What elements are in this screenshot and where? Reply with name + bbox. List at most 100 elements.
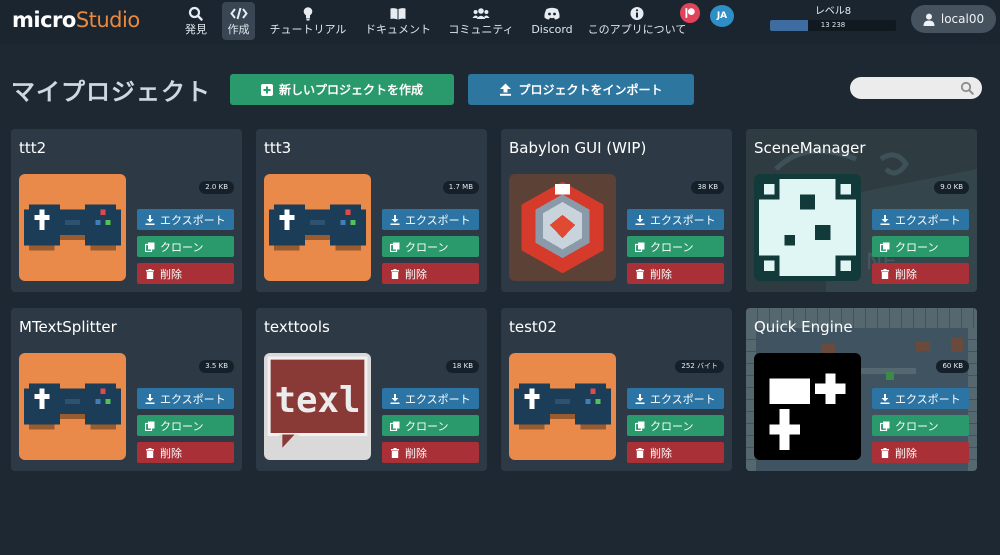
project-card[interactable]: texttools texl 18 KB エクスポート クローン 削除 — [256, 308, 487, 471]
delete-button[interactable]: 削除 — [872, 442, 969, 463]
project-title[interactable]: ttt3 — [264, 139, 291, 157]
patreon-button[interactable] — [680, 3, 700, 23]
copy-icon — [880, 421, 890, 431]
delete-label: 削除 — [160, 267, 182, 281]
export-button[interactable]: エクスポート — [137, 388, 234, 409]
project-thumbnail[interactable] — [509, 353, 616, 460]
export-button[interactable]: エクスポート — [137, 209, 234, 230]
clone-label: クローン — [650, 240, 694, 254]
project-title[interactable]: SceneManager — [754, 139, 865, 157]
project-title[interactable]: ttt2 — [19, 139, 46, 157]
export-button[interactable]: エクスポート — [872, 209, 969, 230]
export-button[interactable]: エクスポート — [872, 388, 969, 409]
download-icon — [145, 214, 155, 225]
lightbulb-icon — [303, 7, 313, 21]
book-icon — [390, 8, 406, 20]
nav-explore[interactable]: 発見 — [181, 2, 211, 40]
delete-button[interactable]: 削除 — [137, 263, 234, 284]
project-thumbnail[interactable] — [754, 174, 861, 281]
project-size-badge: 1.7 MB — [442, 181, 479, 194]
project-title[interactable]: Quick Engine — [754, 318, 853, 336]
nav-discord[interactable]: Discord — [531, 2, 573, 40]
level-progress-bar: 13 238 — [770, 20, 896, 31]
clone-label: クローン — [160, 240, 204, 254]
project-thumbnail[interactable] — [19, 174, 126, 281]
project-title[interactable]: Babylon GUI (WIP) — [509, 139, 646, 157]
project-thumbnail[interactable] — [509, 174, 616, 281]
search-icon[interactable] — [960, 81, 974, 95]
clone-button[interactable]: クローン — [137, 236, 234, 257]
clone-button[interactable]: クローン — [872, 236, 969, 257]
nav-create[interactable]: 作成 — [222, 2, 255, 40]
project-size-badge: 2.0 KB — [199, 181, 234, 194]
project-card[interactable]: test02 252 バイト エクスポート クローン 削除 — [501, 308, 732, 471]
clone-button[interactable]: クローン — [382, 236, 479, 257]
project-size-badge: 38 KB — [691, 181, 724, 194]
project-card[interactable]: ttt3 1.7 MB エクスポート クローン 削除 — [256, 129, 487, 292]
create-project-button[interactable]: 新しいプロジェクトを作成 — [230, 74, 454, 105]
project-thumbnail[interactable] — [264, 174, 371, 281]
trash-icon — [881, 268, 889, 279]
delete-button[interactable]: 削除 — [137, 442, 234, 463]
nav-tutorials[interactable]: チュートリアル — [268, 2, 348, 40]
import-project-button[interactable]: プロジェクトをインポート — [468, 74, 694, 105]
export-button[interactable]: エクスポート — [627, 388, 724, 409]
project-title[interactable]: test02 — [509, 318, 557, 336]
delete-label: 削除 — [650, 446, 672, 460]
delete-button[interactable]: 削除 — [382, 442, 479, 463]
project-card[interactable]: Quick Engine 60 KB エクスポート クローン 削除 — [746, 308, 977, 471]
clone-button[interactable]: クローン — [872, 415, 969, 436]
delete-button[interactable]: 削除 — [627, 263, 724, 284]
page-title: マイプロジェクト — [11, 78, 211, 106]
nav-docs-label: ドキュメント — [365, 23, 431, 36]
project-title[interactable]: texttools — [264, 318, 330, 336]
clone-button[interactable]: クローン — [627, 415, 724, 436]
clone-label: クローン — [650, 419, 694, 433]
nav-explore-label: 発見 — [185, 23, 207, 36]
gamepad-icon — [509, 353, 616, 460]
project-thumbnail[interactable] — [19, 353, 126, 460]
level-indicator: レベル8 13 238 — [770, 6, 896, 31]
clone-label: クローン — [405, 419, 449, 433]
project-card[interactable]: NE SceneManager 9.0 KB エクスポート クローン 削除 — [746, 129, 977, 292]
trash-icon — [391, 447, 399, 458]
project-thumbnail[interactable] — [754, 353, 861, 460]
copy-icon — [390, 242, 400, 252]
export-button[interactable]: エクスポート — [627, 209, 724, 230]
project-title[interactable]: MTextSplitter — [19, 318, 117, 336]
app-logo[interactable]: microStudio — [12, 7, 140, 33]
trash-icon — [881, 447, 889, 458]
language-button[interactable]: JA — [710, 5, 734, 27]
project-thumbnail[interactable]: texl — [264, 353, 371, 460]
project-size-badge: 9.0 KB — [934, 181, 969, 194]
delete-button[interactable]: 削除 — [872, 263, 969, 284]
nav-docs[interactable]: ドキュメント — [364, 2, 432, 40]
export-button[interactable]: エクスポート — [382, 209, 479, 230]
clone-button[interactable]: クローン — [137, 415, 234, 436]
logo-light-text: Studio — [75, 8, 140, 32]
copy-icon — [145, 421, 155, 431]
download-icon — [880, 214, 890, 225]
project-card[interactable]: ttt2 2.0 KB エクスポート クローン 削除 — [11, 129, 242, 292]
create-project-label: 新しいプロジェクトを作成 — [278, 83, 423, 97]
user-menu-button[interactable]: local00 — [911, 5, 996, 33]
clone-label: クローン — [895, 240, 939, 254]
search-icon — [188, 6, 203, 21]
nav-community-label: コミュニティ — [448, 23, 514, 36]
delete-button[interactable]: 削除 — [627, 442, 724, 463]
top-bar: microStudio 発見 作成 チュートリアル ドキュメント コミュニティ … — [0, 0, 1000, 44]
download-icon — [635, 214, 645, 225]
clone-button[interactable]: クローン — [627, 236, 724, 257]
babylon-logo-icon — [509, 174, 616, 281]
users-icon — [472, 8, 490, 19]
clone-label: クローン — [405, 240, 449, 254]
delete-button[interactable]: 削除 — [382, 263, 479, 284]
project-card[interactable]: Babylon GUI (WIP) 38 KB エクスポート クローン 削除 — [501, 129, 732, 292]
svg-text:texl: texl — [275, 380, 361, 421]
nav-community[interactable]: コミュニティ — [446, 2, 516, 40]
clone-button[interactable]: クローン — [382, 415, 479, 436]
nav-about[interactable]: このアプリについて — [588, 2, 686, 40]
project-card[interactable]: MTextSplitter 3.5 KB エクスポート クローン 削除 — [11, 308, 242, 471]
export-button[interactable]: エクスポート — [382, 388, 479, 409]
import-project-label: プロジェクトをインポート — [518, 83, 663, 97]
